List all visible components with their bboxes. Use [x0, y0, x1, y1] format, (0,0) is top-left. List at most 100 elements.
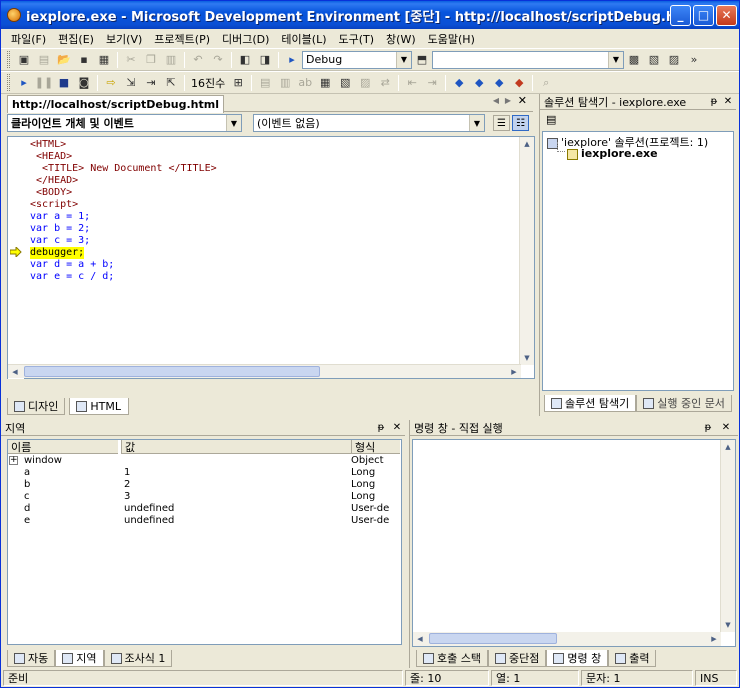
- undo-icon[interactable]: ↶: [188, 51, 208, 69]
- code-editor[interactable]: <HTML> <HEAD> <TITLE> New Document </TIT…: [7, 136, 535, 379]
- chevron-down-icon[interactable]: ▼: [396, 51, 411, 68]
- maximize-button[interactable]: □: [693, 4, 714, 26]
- code-line[interactable]: <HTML>: [30, 139, 66, 151]
- tab-scroll-right-icon[interactable]: ▶: [505, 96, 511, 105]
- horizontal-scroll-thumb[interactable]: [24, 366, 320, 377]
- tab-autos[interactable]: 자동: [7, 650, 56, 667]
- menu-edit[interactable]: 편집(E): [52, 31, 100, 47]
- word-wrap-icon[interactable]: ab: [295, 74, 315, 92]
- toolbox-icon[interactable]: ▨: [664, 51, 684, 69]
- editor-horizontal-scrollbar[interactable]: ◀ ▶: [8, 364, 521, 378]
- start-icon[interactable]: ▸: [282, 51, 302, 69]
- tab-html[interactable]: HTML: [69, 398, 130, 415]
- code-line[interactable]: var c = 3;: [30, 235, 90, 247]
- menu-window[interactable]: 창(W): [380, 31, 422, 47]
- code-line[interactable]: <script>: [30, 199, 78, 211]
- locals-grid[interactable]: 이름 값 형식 + window Object a 1 Long b 2 Long c 3 Long d…: [7, 439, 402, 645]
- next-bookmark-icon[interactable]: ▧: [335, 74, 355, 92]
- code-line[interactable]: </HEAD>: [30, 175, 78, 187]
- command-horizontal-scrollbar[interactable]: ◀ ▶: [413, 632, 721, 646]
- command-vertical-scrollbar[interactable]: ▲ ▼: [720, 440, 735, 632]
- scroll-down-icon[interactable]: ▼: [721, 618, 735, 632]
- procedure-view-icon[interactable]: ☰: [493, 115, 510, 131]
- menu-table[interactable]: 테이블(L): [275, 31, 332, 47]
- menu-tools[interactable]: 도구(T): [333, 31, 381, 47]
- configuration-combo[interactable]: Debug ▼: [302, 50, 412, 69]
- properties-icon[interactable]: ▧: [644, 51, 664, 69]
- tab-solution-explorer[interactable]: 솔루션 탐색기: [544, 395, 637, 412]
- code-line[interactable]: debugger;: [30, 247, 85, 259]
- tab-call-stack[interactable]: 호출 스택: [416, 650, 488, 667]
- redo-icon[interactable]: ↷: [208, 51, 228, 69]
- project-node[interactable]: iexplore.exe: [567, 147, 658, 160]
- code-line[interactable]: var a = 1;: [30, 211, 90, 223]
- comment-icon[interactable]: ▤: [255, 74, 275, 92]
- next-bookmark-flag-icon[interactable]: ◆: [469, 74, 489, 92]
- close-document-icon[interactable]: ✕: [518, 94, 527, 107]
- tab-breakpoints[interactable]: 중단점: [487, 650, 547, 667]
- close-button[interactable]: ✕: [716, 4, 737, 26]
- close-icon[interactable]: ✕: [391, 421, 403, 434]
- stop-debugging-icon[interactable]: ■: [54, 74, 74, 92]
- scroll-right-icon[interactable]: ▶: [707, 632, 721, 646]
- code-line[interactable]: <TITLE> New Document </TITLE>: [30, 163, 217, 175]
- break-all-icon[interactable]: ❚❚: [34, 74, 54, 92]
- tab-design[interactable]: 디자인: [7, 398, 66, 415]
- code-line[interactable]: var d = a + b;: [30, 259, 114, 271]
- locals-row[interactable]: d undefined User-de: [8, 503, 400, 515]
- close-icon[interactable]: ✕: [720, 421, 732, 434]
- menu-file[interactable]: 파일(F): [5, 31, 52, 47]
- close-icon[interactable]: ✕: [722, 95, 734, 108]
- chevron-down-icon[interactable]: ▼: [469, 115, 484, 131]
- object-combo[interactable]: 클라이언트 개체 및 이벤트 ▼: [7, 114, 242, 132]
- chevron-down-icon[interactable]: ▼: [226, 115, 241, 131]
- menu-view[interactable]: 보기(V): [100, 31, 148, 47]
- scroll-left-icon[interactable]: ◀: [8, 365, 22, 379]
- locals-row[interactable]: + window Object: [8, 455, 400, 467]
- column-header-name[interactable]: 이름: [8, 440, 118, 454]
- prev-bookmark-icon[interactable]: ▨: [355, 74, 375, 92]
- menu-debug[interactable]: 디버그(D): [216, 31, 275, 47]
- tab-running-documents[interactable]: 실행 중인 문서: [636, 395, 732, 412]
- navigate-back-icon[interactable]: ◧: [235, 51, 255, 69]
- copy-icon[interactable]: ❐: [141, 51, 161, 69]
- find-combo[interactable]: ▼: [432, 50, 624, 69]
- hex-display-button[interactable]: 16진수: [188, 75, 228, 91]
- scroll-left-icon[interactable]: ◀: [413, 632, 427, 646]
- cut-icon[interactable]: ✂: [121, 51, 141, 69]
- toggle-bookmark-icon[interactable]: ◆: [449, 74, 469, 92]
- navigate-forward-icon[interactable]: ◨: [255, 51, 275, 69]
- save-icon[interactable]: ▪: [74, 51, 94, 69]
- minimize-button[interactable]: _: [670, 4, 691, 26]
- toolbar-overflow-icon[interactable]: »: [684, 51, 704, 69]
- step-over-icon[interactable]: ⇥: [141, 74, 161, 92]
- pin-icon[interactable]: ᵽ: [708, 95, 720, 108]
- code-line[interactable]: <HEAD>: [30, 151, 72, 163]
- column-header-value[interactable]: 값: [121, 440, 351, 454]
- scroll-up-icon[interactable]: ▲: [721, 440, 735, 454]
- clear-bookmarks-icon[interactable]: ⇄: [375, 74, 395, 92]
- bookmark-icon[interactable]: ▦: [315, 74, 335, 92]
- add-item-icon[interactable]: ▤: [34, 51, 54, 69]
- menu-project[interactable]: 프로젝트(P): [148, 31, 216, 47]
- scroll-down-icon[interactable]: ▼: [520, 351, 534, 365]
- chevron-down-icon[interactable]: ▼: [608, 51, 623, 68]
- increase-indent-icon[interactable]: ⇥: [422, 74, 442, 92]
- uncomment-icon[interactable]: ▥: [275, 74, 295, 92]
- horizontal-scroll-thumb[interactable]: [429, 633, 557, 644]
- command-output[interactable]: ▲ ▼ ◀ ▶: [412, 439, 736, 647]
- tab-locals[interactable]: 지역: [55, 650, 104, 667]
- prev-bookmark-flag-icon[interactable]: ◆: [489, 74, 509, 92]
- locals-row[interactable]: b 2 Long: [8, 479, 400, 491]
- menu-help[interactable]: 도움말(H): [422, 31, 481, 47]
- editor-tab-scriptdebug[interactable]: http://localhost/scriptDebug.html: [7, 95, 224, 113]
- breakpoints-icon[interactable]: ⊞: [228, 74, 248, 92]
- scroll-up-icon[interactable]: ▲: [520, 137, 534, 151]
- toolbar-grip[interactable]: [7, 74, 10, 91]
- title-bar[interactable]: iexplore.exe - Microsoft Development Env…: [1, 1, 739, 29]
- editor-vertical-scrollbar[interactable]: ▲ ▼: [519, 137, 534, 365]
- pin-icon[interactable]: ᵽ: [375, 421, 387, 434]
- locals-row[interactable]: e undefined User-de: [8, 515, 400, 527]
- continue-icon[interactable]: ▸: [14, 74, 34, 92]
- toolbar-grip[interactable]: [7, 51, 10, 68]
